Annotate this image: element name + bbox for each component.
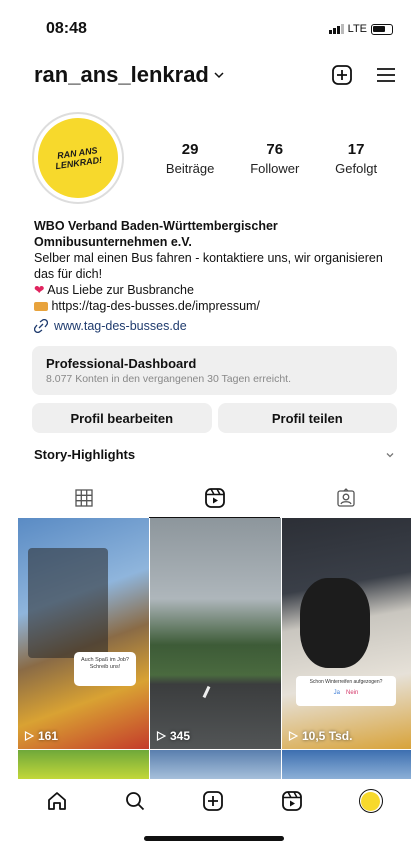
create-post-icon[interactable] [331,64,353,86]
bio-line: Selber mal einen Bus fahren - kontaktier… [34,251,383,281]
tire [300,578,370,668]
stat-followers[interactable]: 76 Follower [250,141,299,176]
post-tile[interactable] [282,750,411,780]
bio-line: ❤ Aus Liebe zur Busbranche [34,283,194,297]
avatar[interactable]: RAN ANS LENKRAD! [32,112,124,204]
post-tile[interactable]: Auch Spaß im Job? Schreib uns! 161 [18,518,149,749]
heart-icon: ❤ [34,283,45,297]
website-link[interactable]: www.tag-des-busses.de [34,318,395,334]
bus-window [28,548,108,658]
home-indicator [144,836,284,841]
tab-tagged[interactable] [280,478,411,518]
tagged-icon [336,488,355,507]
stat-posts[interactable]: 29 Beiträge [166,141,214,176]
professional-dashboard[interactable]: Professional-Dashboard 8.077 Konten in d… [32,346,397,395]
status-time: 08:48 [46,20,87,37]
post-tile[interactable]: 345 [150,518,281,749]
menu-icon[interactable] [375,64,397,86]
status-bar: 08:48 LTE [18,0,411,58]
play-icon [24,731,34,741]
profile-actions: Profil bearbeiten Profil teilen [32,403,397,433]
network-label: LTE [347,23,367,35]
share-profile-button[interactable]: Profil teilen [217,403,397,433]
posts-grid: Auch Spaß im Job? Schreib uns! 161 345 S… [18,518,411,749]
reels-icon[interactable] [281,790,303,812]
post-tile[interactable]: Schon Winterreifen aufgezogen? Ja Nein 1… [282,518,411,749]
home-icon[interactable] [46,790,68,812]
bio: WBO Verband Baden-Württembergischer Omni… [18,210,411,334]
profile-header: ran_ans_lenkrad [18,58,411,92]
story-highlights-toggle[interactable]: Story-Highlights [18,433,411,462]
reels-icon [204,487,225,508]
view-count: 10,5 Tsd. [288,729,352,743]
profile-summary: RAN ANS LENKRAD! 29 Beiträge 76 Follower… [18,92,411,210]
tab-grid[interactable] [18,478,149,518]
stat-following[interactable]: 17 Gefolgt [335,141,377,176]
post-tile[interactable] [150,750,281,780]
status-indicators: LTE [328,23,393,35]
username: ran_ans_lenkrad [34,62,209,87]
view-count: 345 [156,729,190,743]
play-icon [156,731,166,741]
bottom-navigation [18,779,411,823]
edit-profile-button[interactable]: Profil bearbeiten [32,403,212,433]
bus-icon [34,302,48,312]
profile-stats: 29 Beiträge 76 Follower 17 Gefolgt [148,141,395,176]
phone-screen: 08:48 LTE ran_ans_lenkrad RAN ANS LENKRA… [18,0,411,849]
profile-name: WBO Verband Baden-Württembergischer Omni… [34,219,278,249]
account-switcher[interactable]: ran_ans_lenkrad [34,62,225,88]
avatar-logo: RAN ANS LENKRAD! [32,112,124,204]
play-icon [288,731,298,741]
bio-line: https://tag-des-busses.de/impressum/ [34,298,395,314]
chevron-down-icon [214,72,224,79]
chevron-down-icon [386,452,394,457]
battery-icon [371,23,393,35]
poll-sticker: Schon Winterreifen aufgezogen? Ja Nein [296,676,396,706]
search-icon[interactable] [124,790,146,812]
tab-reels[interactable] [149,478,280,518]
post-tile[interactable] [18,750,149,780]
signal-icon [328,24,344,34]
view-count: 161 [24,729,58,743]
profile-avatar-icon[interactable] [358,789,383,813]
posts-grid-row-2 [18,750,411,780]
content-tabs [18,478,411,518]
road-line [202,685,211,699]
grid-icon [74,489,93,507]
question-sticker: Auch Spaß im Job? Schreib uns! [74,652,136,686]
create-icon[interactable] [202,790,224,812]
link-icon [34,319,48,333]
